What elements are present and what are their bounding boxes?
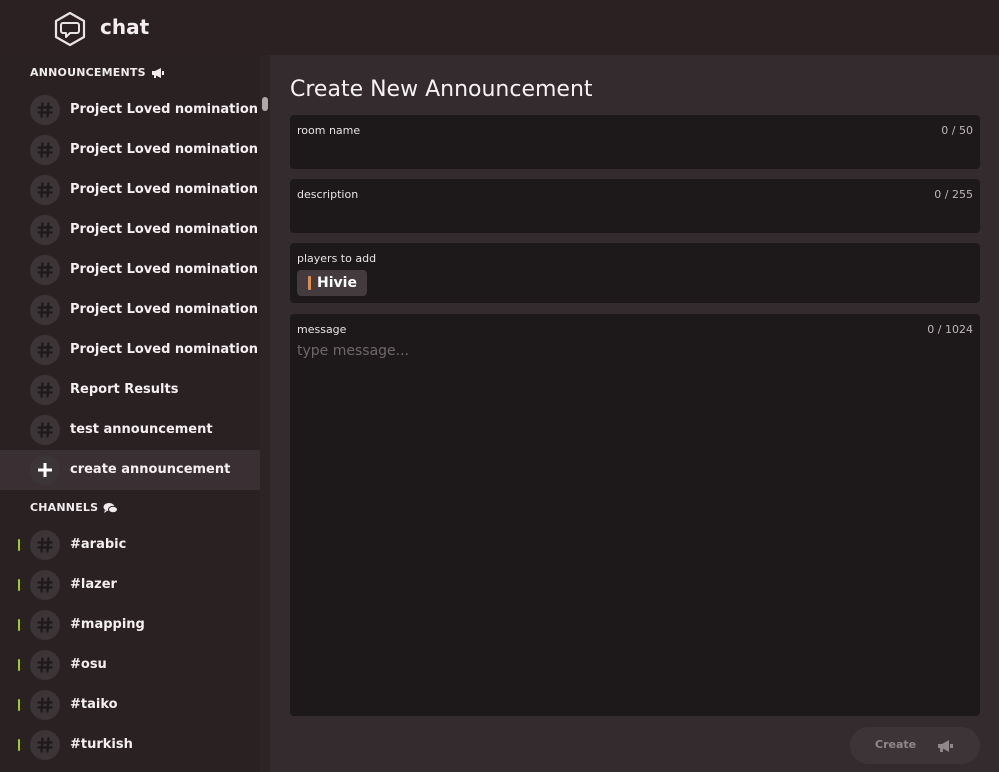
unread-marker	[18, 579, 20, 591]
hash-icon	[30, 530, 60, 560]
channel-label: #osu	[70, 657, 107, 672]
megaphone-icon	[151, 67, 164, 78]
app-title: chat	[100, 15, 150, 39]
sidebar: ANNOUNCEMENTS Project Loved nomination Pr…	[0, 55, 270, 772]
hash-icon	[30, 415, 60, 445]
message-field[interactable]: message 0 / 1024 type message...	[290, 314, 980, 716]
player-chip-color-bar	[308, 276, 311, 290]
create-button[interactable]: Create	[850, 727, 980, 764]
announcements-header-label: ANNOUNCEMENTS	[30, 66, 146, 79]
unread-marker	[18, 539, 20, 551]
page-title: Create New Announcement	[290, 77, 593, 102]
channels-header: CHANNELS	[30, 501, 119, 514]
announcement-item[interactable]: Project Loved nomination	[0, 290, 260, 330]
create-announcement-button[interactable]: create announcement	[0, 450, 260, 490]
players-field[interactable]: players to add Hivie	[290, 243, 980, 303]
hash-icon	[30, 175, 60, 205]
room-name-counter: 0 / 50	[941, 124, 973, 137]
channel-label: #lazer	[70, 577, 117, 592]
room-name-field[interactable]: room name 0 / 50	[290, 115, 980, 169]
description-field[interactable]: description 0 / 255	[290, 179, 980, 233]
description-counter: 0 / 255	[934, 188, 973, 201]
channel-item[interactable]: #lazer	[0, 565, 260, 605]
unread-marker	[18, 739, 20, 751]
hash-icon	[30, 255, 60, 285]
sidebar-scrollbar[interactable]	[260, 55, 270, 772]
announcement-item[interactable]: Project Loved nomination	[0, 170, 260, 210]
channel-label: #mapping	[70, 617, 145, 632]
hash-icon	[30, 95, 60, 125]
announcement-item[interactable]: Project Loved nomination	[0, 90, 260, 130]
hash-icon	[30, 295, 60, 325]
announcement-label: Project Loved nomination	[70, 222, 258, 237]
unread-marker	[18, 699, 20, 711]
announcements-header: ANNOUNCEMENTS	[30, 66, 165, 79]
channel-item[interactable]: #arabic	[0, 525, 260, 565]
channel-label: #taiko	[70, 697, 118, 712]
hash-icon	[30, 730, 60, 760]
announcement-label: Project Loved nomination	[70, 102, 258, 117]
channel-label: #turkish	[70, 737, 133, 752]
announcement-label: Project Loved nomination	[70, 182, 258, 197]
announcement-label: Project Loved nomination	[70, 142, 258, 157]
announcement-item[interactable]: Project Loved nomination	[0, 210, 260, 250]
create-button-label: Create	[875, 738, 917, 751]
unread-marker	[18, 659, 20, 671]
hash-icon	[30, 650, 60, 680]
hash-icon	[30, 690, 60, 720]
chat-bubble-icon[interactable]	[52, 11, 88, 47]
hash-icon	[30, 335, 60, 365]
announcement-label: Project Loved nomination	[70, 342, 258, 357]
plus-icon	[30, 455, 60, 485]
sidebar-scrollbar-thumb[interactable]	[262, 97, 268, 111]
message-label: message	[297, 323, 347, 336]
message-counter: 0 / 1024	[927, 323, 973, 336]
hash-icon	[30, 570, 60, 600]
chat-bubbles-icon	[103, 502, 119, 513]
player-chip-name: Hivie	[317, 275, 357, 291]
announcement-label: Project Loved nomination	[70, 302, 258, 317]
channel-item[interactable]: #osu	[0, 645, 260, 685]
player-chip[interactable]: Hivie	[297, 270, 367, 296]
hash-icon	[30, 610, 60, 640]
announcement-item[interactable]: Report Results	[0, 370, 260, 410]
channel-item[interactable]: #taiko	[0, 685, 260, 725]
announcement-label: Report Results	[70, 382, 179, 397]
announcement-item[interactable]: Project Loved nomination	[0, 250, 260, 290]
room-name-label: room name	[297, 124, 361, 137]
channels-header-label: CHANNELS	[30, 501, 99, 514]
announcement-item[interactable]: test announcement	[0, 410, 260, 450]
players-label: players to add	[297, 252, 377, 265]
channel-item[interactable]: #turkish	[0, 725, 260, 765]
channel-item[interactable]: #mapping	[0, 605, 260, 645]
hash-icon	[30, 135, 60, 165]
announcement-label: test announcement	[70, 422, 213, 437]
announcement-label: Project Loved nomination	[70, 262, 258, 277]
hash-icon	[30, 375, 60, 405]
main-panel: Create New Announcement room name 0 / 50…	[270, 55, 999, 772]
unread-marker	[18, 619, 20, 631]
description-label: description	[297, 188, 359, 201]
create-announcement-label: create announcement	[70, 462, 231, 477]
channel-label: #arabic	[70, 537, 127, 552]
megaphone-icon	[938, 740, 953, 752]
announcement-item[interactable]: Project Loved nomination	[0, 130, 260, 170]
top-bar: chat	[0, 0, 999, 55]
message-placeholder: type message...	[297, 343, 409, 359]
hash-icon	[30, 215, 60, 245]
announcement-item[interactable]: Project Loved nomination	[0, 330, 260, 370]
